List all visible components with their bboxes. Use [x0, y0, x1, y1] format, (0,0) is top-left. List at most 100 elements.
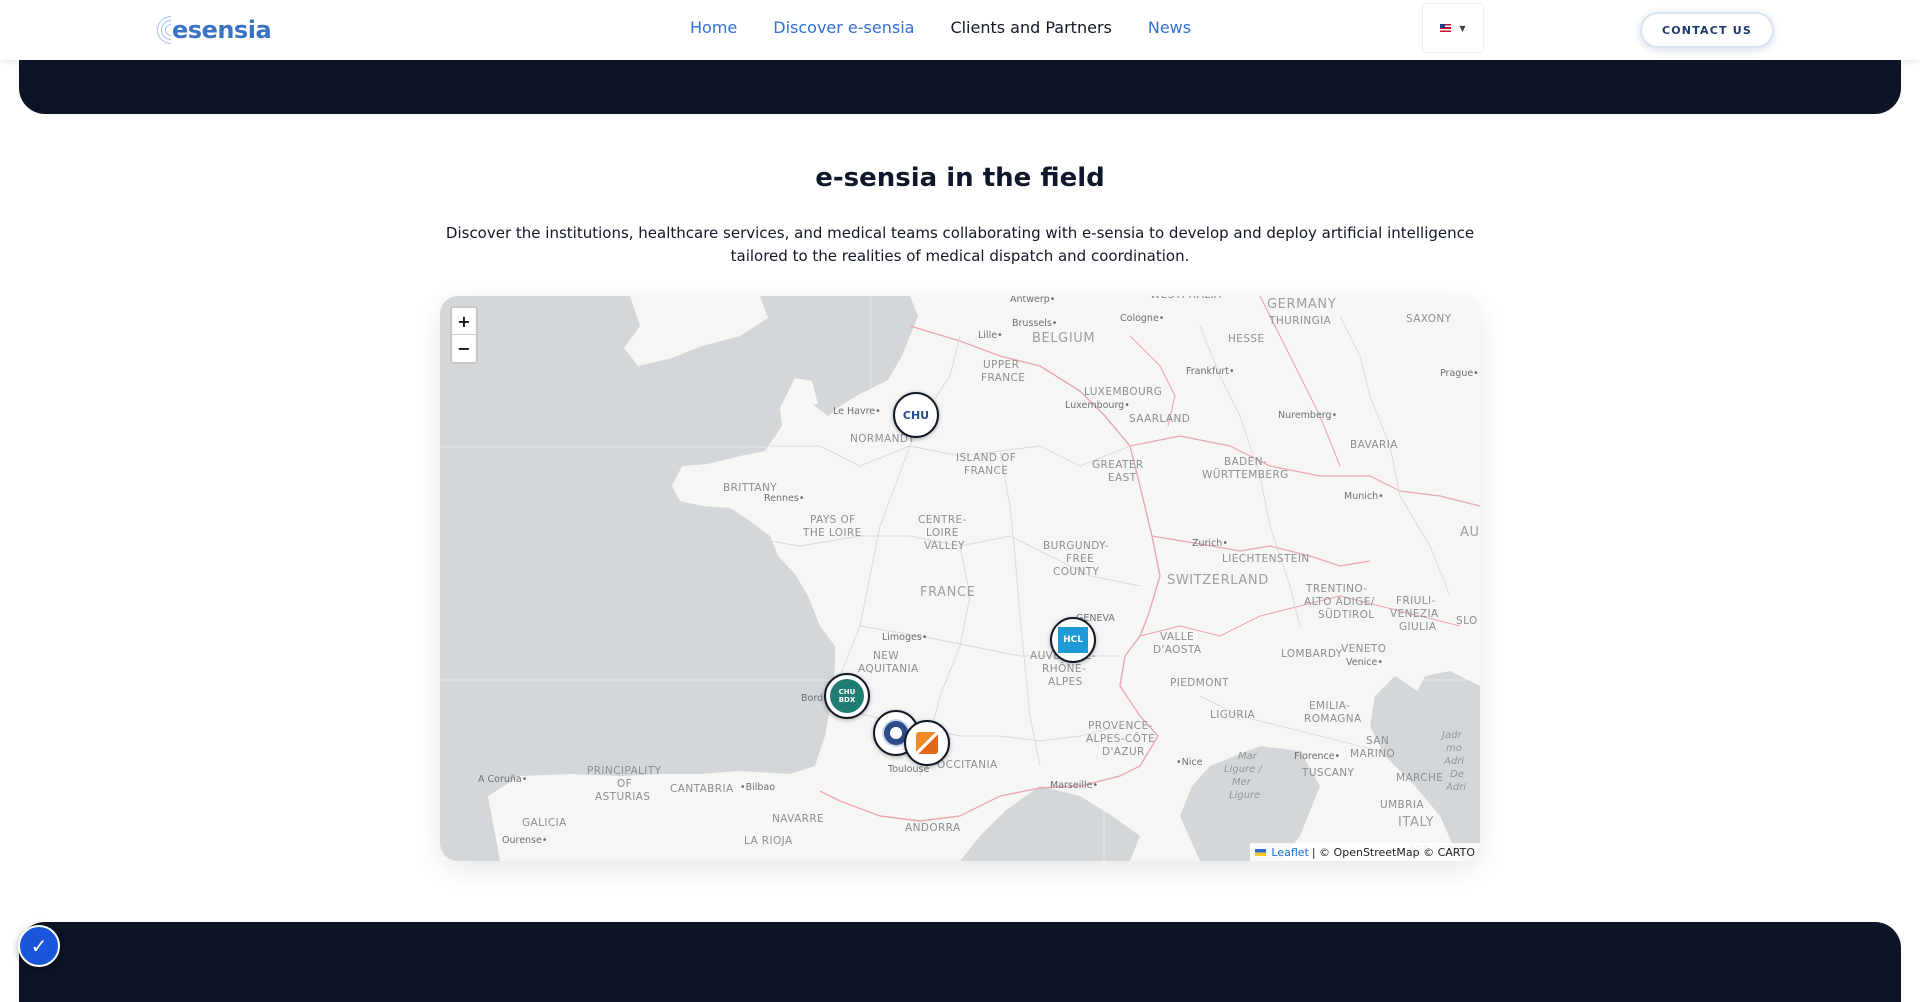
- svg-text:A Coruña•: A Coruña•: [478, 774, 527, 785]
- svg-text:WÜRTTEMBERG: WÜRTTEMBERG: [1202, 468, 1289, 481]
- svg-text:VALLEY: VALLEY: [924, 540, 965, 552]
- svg-text:FREE: FREE: [1066, 553, 1094, 565]
- svg-text:EMILIA-: EMILIA-: [1309, 700, 1350, 712]
- map-label-austria: AUSTRIA: [1460, 525, 1480, 540]
- marker-chu-rouen[interactable]: CHU: [893, 392, 939, 438]
- svg-text:Limoges•: Limoges•: [882, 632, 927, 643]
- svg-text:LIECHTENSTEIN: LIECHTENSTEIN: [1222, 553, 1310, 565]
- us-flag-icon: [1440, 24, 1452, 32]
- map-label-belgium: BELGIUM: [1032, 331, 1095, 346]
- svg-text:BADEN-: BADEN-: [1224, 456, 1267, 468]
- svg-text:Jadr: Jadr: [1440, 730, 1462, 741]
- marker-chu-bordeaux[interactable]: CHU BDX: [824, 673, 870, 719]
- nav-clients-partners[interactable]: Clients and Partners: [950, 18, 1111, 37]
- svg-text:LOIRE: LOIRE: [926, 527, 959, 539]
- svg-text:UMBRIA: UMBRIA: [1380, 799, 1424, 811]
- svg-text:ASTURIAS: ASTURIAS: [595, 791, 650, 803]
- zoom-control: + −: [450, 306, 478, 364]
- svg-text:Cologne•: Cologne•: [1120, 313, 1164, 324]
- svg-text:Prague•: Prague•: [1440, 368, 1479, 379]
- svg-text:Marseille•: Marseille•: [1050, 780, 1098, 791]
- svg-text:FRANCE: FRANCE: [981, 372, 1025, 384]
- svg-text:Ligure: Ligure: [1229, 790, 1260, 801]
- svg-text:GREATER: GREATER: [1092, 459, 1144, 471]
- svg-text:OF: OF: [617, 778, 632, 790]
- svg-text:Mar: Mar: [1238, 751, 1258, 762]
- svg-text:D'AZUR: D'AZUR: [1102, 746, 1145, 758]
- svg-text:SAN: SAN: [1366, 735, 1389, 747]
- svg-text:FRANCE: FRANCE: [964, 465, 1008, 477]
- svg-text:PIEDMONT: PIEDMONT: [1170, 677, 1229, 689]
- nav-news[interactable]: News: [1148, 18, 1191, 37]
- svg-text:•Nice: •Nice: [1176, 757, 1203, 768]
- map-label-andorra: ANDORRA: [905, 822, 961, 834]
- svg-text:Florence•: Florence•: [1294, 751, 1340, 762]
- svg-text:FRIULI-: FRIULI-: [1396, 595, 1436, 607]
- accessibility-button[interactable]: ✓: [18, 925, 60, 967]
- svg-text:WESTPHALIA: WESTPHALIA: [1150, 296, 1222, 301]
- marker-hcl-lyon[interactable]: HCL: [1050, 617, 1096, 663]
- svg-text:MARCHE: MARCHE: [1396, 772, 1443, 784]
- svg-text:THURINGIA: THURINGIA: [1268, 315, 1332, 327]
- marker-toulouse-hospital[interactable]: [904, 720, 950, 766]
- svg-text:VALLE: VALLE: [1160, 631, 1194, 643]
- svg-text:•Bilbao: •Bilbao: [740, 782, 775, 793]
- svg-text:mo: mo: [1446, 743, 1462, 754]
- svg-text:Adri: Adri: [1445, 782, 1466, 793]
- accessibility-check-icon: ✓: [30, 934, 48, 958]
- chevron-down-icon: ▼: [1459, 23, 1466, 33]
- logo[interactable]: esensia: [151, 10, 272, 50]
- svg-text:LUXEMBOURG: LUXEMBOURG: [1084, 386, 1162, 398]
- ukraine-flag-icon: [1255, 848, 1267, 856]
- svg-text:Mer: Mer: [1232, 777, 1252, 788]
- svg-text:Adri: Adri: [1443, 756, 1464, 767]
- svg-text:AQUITANIA: AQUITANIA: [858, 663, 919, 675]
- svg-text:TUSCANY: TUSCANY: [1301, 767, 1355, 779]
- svg-text:Frankfurt•: Frankfurt•: [1186, 366, 1235, 377]
- svg-text:Luxembourg•: Luxembourg•: [1065, 400, 1130, 411]
- partners-map[interactable]: BELGIUM GERMANY FRANCE SWITZERLAND ITALY…: [440, 296, 1480, 861]
- svg-text:ALTO ADIGE/: ALTO ADIGE/: [1304, 596, 1375, 608]
- svg-text:SLO: SLO: [1456, 615, 1478, 627]
- leaflet-link[interactable]: Leaflet: [1271, 846, 1308, 859]
- svg-text:Rennes•: Rennes•: [764, 493, 804, 504]
- site-header: esensia Home Discover e-sensia Clients a…: [0, 0, 1920, 60]
- svg-text:NEW: NEW: [873, 650, 899, 662]
- svg-text:LIGURIA: LIGURIA: [1210, 709, 1256, 721]
- map-label-switzerland: SWITZERLAND: [1167, 573, 1269, 588]
- section-description: Discover the institutions, healthcare se…: [445, 224, 1475, 265]
- svg-text:CENTRE-: CENTRE-: [918, 514, 967, 526]
- svg-text:D'AOSTA: D'AOSTA: [1153, 644, 1202, 656]
- next-section-band: [19, 922, 1901, 1002]
- svg-text:Zurich•: Zurich•: [1192, 538, 1228, 549]
- svg-text:GIULIA: GIULIA: [1399, 621, 1437, 633]
- hcl-logo-icon: HCL: [1058, 627, 1088, 653]
- nav-discover[interactable]: Discover e-sensia: [773, 18, 914, 37]
- section-title: e-sensia in the field: [815, 163, 1105, 193]
- zoom-out-button[interactable]: −: [452, 335, 476, 362]
- language-selector[interactable]: ▼: [1422, 3, 1484, 53]
- svg-text:TRENTINO-: TRENTINO-: [1305, 583, 1368, 595]
- svg-text:THE LOIRE: THE LOIRE: [802, 527, 862, 539]
- svg-text:De: De: [1450, 769, 1464, 780]
- contact-button[interactable]: CONTACT US: [1640, 12, 1774, 48]
- svg-text:RHÔNE-: RHÔNE-: [1042, 662, 1086, 675]
- svg-text:Bord: Bord: [801, 693, 823, 704]
- map-label-france: FRANCE: [920, 585, 976, 600]
- svg-text:SAXONY: SAXONY: [1406, 313, 1452, 325]
- svg-text:Ligure /: Ligure /: [1224, 764, 1263, 775]
- svg-text:PAYS OF: PAYS OF: [810, 514, 856, 526]
- attribution-text: | © OpenStreetMap © CARTO: [1311, 845, 1475, 859]
- svg-text:MARINO: MARINO: [1350, 748, 1395, 760]
- svg-text:SÜDTIROL: SÜDTIROL: [1318, 608, 1375, 621]
- map-attribution: Leaflet | © OpenStreetMap © CARTO: [1250, 843, 1480, 861]
- nav-home[interactable]: Home: [690, 18, 737, 37]
- chu-bordeaux-logo-icon: CHU BDX: [830, 679, 864, 713]
- map-tiles: BELGIUM GERMANY FRANCE SWITZERLAND ITALY…: [440, 296, 1480, 861]
- svg-text:ROMAGNA: ROMAGNA: [1304, 713, 1362, 725]
- zoom-in-button[interactable]: +: [452, 308, 476, 335]
- svg-text:Ourense•: Ourense•: [502, 835, 547, 846]
- map-label-italy: ITALY: [1398, 815, 1434, 830]
- marker-label: CHU: [902, 408, 930, 422]
- svg-text:LA RIOJA: LA RIOJA: [744, 835, 793, 847]
